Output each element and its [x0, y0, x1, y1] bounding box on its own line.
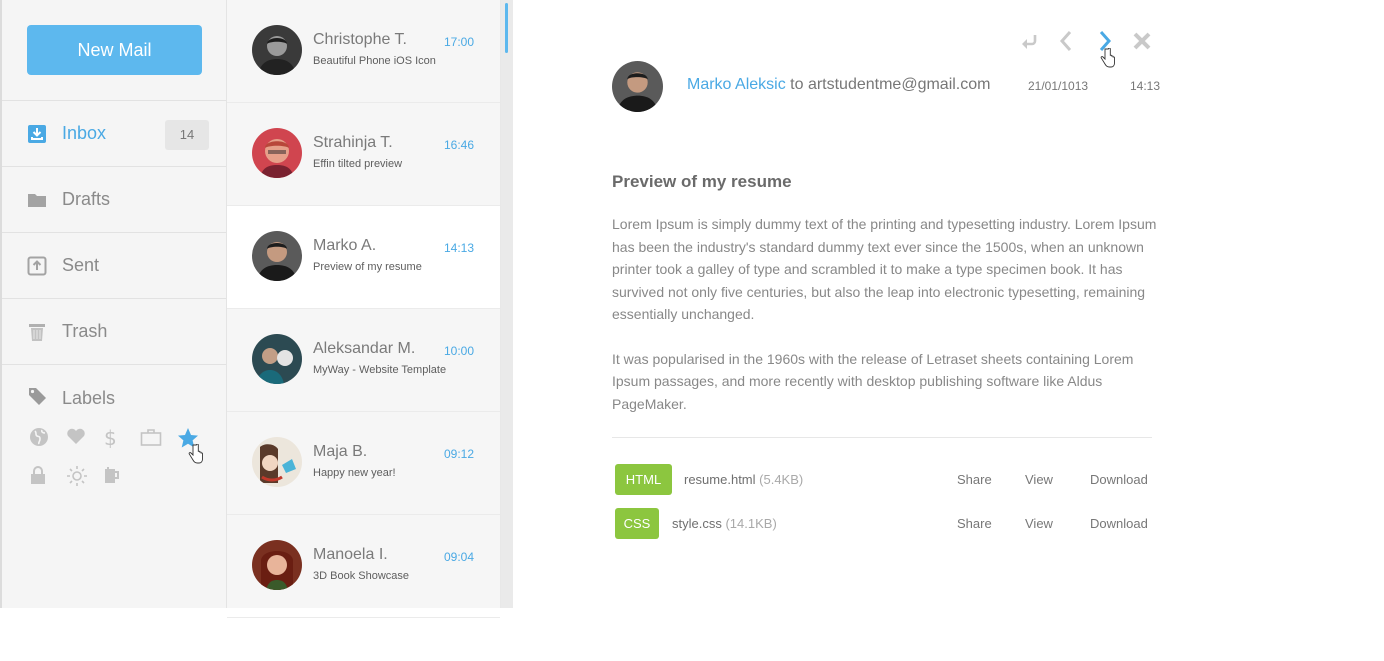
- mail-body: Lorem Ipsum is simply dummy text of the …: [612, 213, 1157, 415]
- mail-time: 17:00: [443, 35, 474, 49]
- mail-subject: Preview of my resume: [313, 261, 422, 273]
- attachment-size: (14.1KB): [725, 516, 777, 531]
- avatar: [252, 231, 302, 281]
- mail-body-paragraph: It was popularised in the 1960s with the…: [612, 350, 1134, 412]
- avatar: [252, 25, 302, 75]
- svg-text:$: $: [104, 427, 117, 449]
- sidebar-item-label: Trash: [62, 321, 108, 341]
- briefcase-icon[interactable]: [138, 427, 175, 465]
- mail-time: 16:46: [443, 138, 474, 152]
- sidebar-item-drafts[interactable]: Drafts: [2, 167, 226, 233]
- new-mail-button[interactable]: New Mail: [27, 25, 202, 75]
- dollar-icon[interactable]: $: [101, 427, 138, 465]
- mail-list-item[interactable]: Christophe T. Beautiful Phone iOS Icon 1…: [227, 0, 500, 103]
- avatar: [252, 128, 302, 178]
- mail-subject: Effin tilted preview: [313, 158, 403, 170]
- mail-sender: Marko A.: [313, 237, 377, 254]
- hand-cursor-icon: [188, 444, 203, 464]
- reading-pane: Marko Aleksic to artstudentme@gmail.com …: [513, 0, 1384, 661]
- view-link[interactable]: View: [1025, 472, 1053, 487]
- scrollbar-thumb[interactable]: [505, 3, 508, 53]
- share-link[interactable]: Share: [957, 472, 992, 487]
- attachment-row: HTML resume.html (5.4KB) Share View Down…: [615, 464, 1155, 496]
- lock-icon[interactable]: [27, 465, 64, 503]
- trash-icon: [27, 322, 47, 342]
- coffee-icon[interactable]: [101, 465, 138, 503]
- attachment-filename: style.css: [672, 516, 722, 531]
- heart-icon[interactable]: [64, 427, 101, 465]
- hand-cursor-icon: [1100, 48, 1115, 68]
- close-icon[interactable]: [1129, 28, 1155, 54]
- mail-subject: 3D Book Showcase: [313, 570, 409, 582]
- mail-list: Christophe T. Beautiful Phone iOS Icon 1…: [227, 0, 501, 618]
- mail-list-item[interactable]: Aleksandar M. MyWay - Website Template 1…: [227, 309, 500, 412]
- tag-icon: [27, 386, 47, 411]
- sidebar: New Mail Inbox 14 Drafts Sent Trash Labe…: [0, 0, 227, 608]
- avatar: [252, 437, 302, 487]
- sidebar-item-label: Sent: [62, 255, 100, 275]
- view-link[interactable]: View: [1025, 516, 1053, 531]
- label-icon-grid: $: [27, 427, 217, 503]
- labels-section: Labels $: [2, 365, 226, 503]
- inbox-count-badge: 14: [165, 120, 209, 150]
- share-link[interactable]: Share: [957, 516, 992, 531]
- mail-list-scrollbar[interactable]: [501, 0, 513, 608]
- mail-header: Marko Aleksic to artstudentme@gmail.com: [687, 76, 990, 94]
- sender-avatar: [612, 61, 663, 112]
- sidebar-item-label: Inbox: [62, 123, 107, 143]
- recipient-text: to artstudentme@gmail.com: [785, 76, 991, 93]
- mail-sender: Maja B.: [313, 443, 368, 460]
- mail-date: 21/01/1013: [1028, 79, 1089, 93]
- mail-body-paragraph: Lorem Ipsum is simply dummy text of the …: [612, 216, 1157, 322]
- mail-sender: Aleksandar M.: [313, 340, 416, 357]
- mail-subject: Beautiful Phone iOS Icon: [313, 55, 436, 67]
- globe-icon[interactable]: [27, 427, 64, 465]
- reply-icon[interactable]: [1016, 28, 1042, 54]
- sun-icon[interactable]: [64, 465, 101, 503]
- labels-title: Labels: [62, 387, 116, 408]
- divider: [612, 437, 1152, 438]
- mail-sender: Strahinja T.: [313, 134, 393, 151]
- mail-subject-heading: Preview of my resume: [612, 172, 792, 191]
- sent-icon: [27, 256, 47, 276]
- inbox-icon: [27, 124, 47, 144]
- avatar: [252, 540, 302, 590]
- sidebar-item-label: Drafts: [62, 189, 111, 209]
- new-mail-area: New Mail: [2, 0, 226, 101]
- folder-icon: [27, 190, 47, 210]
- sidebar-item-trash[interactable]: Trash: [2, 299, 226, 365]
- labels-header[interactable]: Labels: [27, 385, 226, 411]
- attachment-name[interactable]: resume.html (5.4KB): [684, 472, 803, 487]
- mail-list-item-selected[interactable]: Marko A. Preview of my resume 14:13: [227, 206, 500, 309]
- file-type-badge: CSS: [615, 508, 659, 539]
- mail-subject: Happy new year!: [313, 467, 396, 479]
- attachment-name[interactable]: style.css (14.1KB): [672, 516, 777, 531]
- mail-subject: MyWay - Website Template: [313, 364, 447, 376]
- mail-list-item[interactable]: Maja B. Happy new year! 09:12: [227, 412, 500, 515]
- mail-time: 09:12: [443, 447, 474, 461]
- mail-time: 10:00: [443, 344, 474, 358]
- mail-time: 14:13: [1130, 79, 1161, 93]
- mail-sender: Christophe T.: [313, 31, 407, 48]
- previous-icon[interactable]: [1053, 28, 1079, 54]
- attachment-row: CSS style.css (14.1KB) Share View Downlo…: [615, 508, 1155, 540]
- mail-time: 14:13: [443, 241, 474, 255]
- avatar: [252, 334, 302, 384]
- mail-sender: Manoela I.: [313, 546, 388, 563]
- sidebar-item-sent[interactable]: Sent: [2, 233, 226, 299]
- mail-list-item[interactable]: Strahinja T. Effin tilted preview 16:46: [227, 103, 500, 206]
- sidebar-item-inbox[interactable]: Inbox 14: [2, 101, 226, 167]
- download-link[interactable]: Download: [1090, 472, 1148, 487]
- file-type-badge: HTML: [615, 464, 672, 495]
- attachment-filename: resume.html: [684, 472, 756, 487]
- mail-list-item[interactable]: Manoela I. 3D Book Showcase 09:04: [227, 515, 500, 618]
- mail-time: 09:04: [443, 550, 474, 564]
- download-link[interactable]: Download: [1090, 516, 1148, 531]
- sender-name-link[interactable]: Marko Aleksic: [687, 76, 786, 93]
- attachment-size: (5.4KB): [759, 472, 804, 487]
